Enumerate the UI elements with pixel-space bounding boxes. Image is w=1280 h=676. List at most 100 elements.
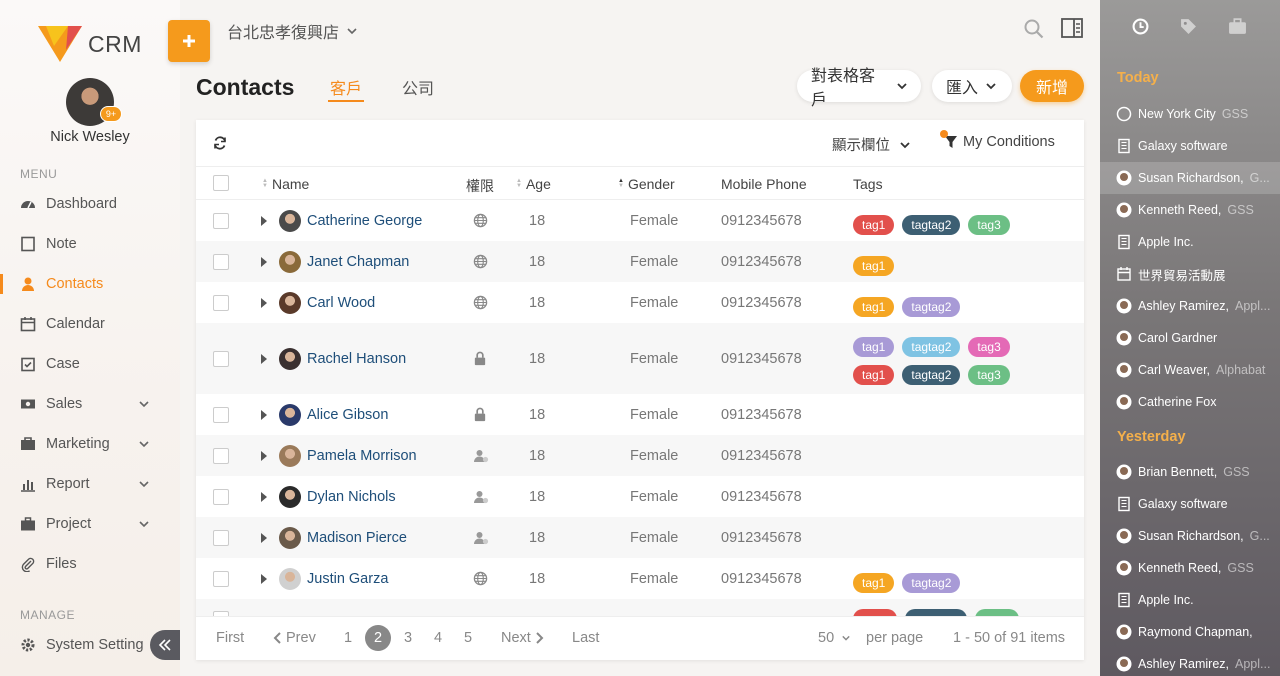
table-row[interactable]: Carl Wood 18 Female 0912345678 tag1 tagtag2 [196, 282, 1084, 323]
tag-badge[interactable]: tag3 [968, 215, 1010, 235]
recent-item[interactable]: Brian Bennett, GSS [1100, 456, 1280, 488]
user-name[interactable]: Nick Wesley [0, 129, 180, 145]
table-row[interactable]: Janet Chapman 18 Female 0912345678 tag1 [196, 241, 1084, 282]
recent-item[interactable]: Catherine Fox [1100, 386, 1280, 418]
recent-item[interactable]: Carol Gardner [1100, 322, 1280, 354]
recent-item[interactable]: Galaxy software [1100, 130, 1280, 162]
side-panel-toggle-icon[interactable] [1061, 18, 1083, 38]
briefcase-icon[interactable] [1228, 18, 1247, 35]
new-button[interactable]: 新增 [1020, 70, 1084, 102]
sidebar-item-sales[interactable]: Sales [0, 384, 180, 424]
sidebar-item-calendar[interactable]: Calendar [0, 304, 180, 344]
history-clock-icon[interactable] [1132, 18, 1149, 35]
contact-name-link[interactable]: Janet Chapman [279, 251, 409, 273]
tag-badge[interactable]: tagtag2 [902, 337, 961, 357]
table-row[interactable]: Alice Gibson 18 Female 0912345678 [196, 394, 1084, 435]
recent-item[interactable]: Susan Richardson, G... [1100, 162, 1280, 194]
expand-caret-icon[interactable] [260, 256, 268, 268]
pager-last[interactable]: Last [572, 630, 599, 646]
recent-item[interactable]: Susan Richardson, G... [1100, 520, 1280, 552]
tab-customers[interactable]: 客戶 [327, 75, 365, 102]
recent-item[interactable]: Galaxy software [1100, 488, 1280, 520]
recent-item[interactable]: 世界貿易活動展 [1100, 258, 1280, 290]
expand-caret-icon[interactable] [260, 532, 268, 544]
expand-caret-icon[interactable] [260, 215, 268, 227]
table-row[interactable]: Pamela Morrison 18 Female 0912345678 [196, 435, 1084, 476]
pager-page-4[interactable]: 4 [434, 630, 442, 646]
header-age[interactable]: ▲ ▼ Age [516, 176, 551, 192]
table-row[interactable]: Madison Pierce 18 Female 0912345678 [196, 517, 1084, 558]
recent-item[interactable]: New York City GSS [1100, 98, 1280, 130]
expand-caret-icon[interactable] [260, 573, 268, 585]
pager-page-3[interactable]: 3 [404, 630, 412, 646]
recent-item[interactable]: Apple Inc. [1100, 584, 1280, 616]
expand-caret-icon[interactable] [260, 353, 268, 365]
per-page-select[interactable]: 50 [818, 630, 850, 646]
tag-badge[interactable]: tag3 [968, 337, 1010, 357]
tag-badge[interactable]: tagtag2 [902, 365, 961, 385]
expand-caret-icon[interactable] [260, 409, 268, 421]
sidebar-item-dashboard[interactable]: Dashboard [0, 184, 180, 224]
header-gender[interactable]: ▲ ▼ Gender [618, 176, 675, 192]
contact-name-link[interactable]: Carl Wood [279, 292, 375, 314]
store-selector[interactable]: 台北忠孝復興店 [227, 19, 357, 43]
recent-item[interactable]: Kenneth Reed, GSS [1100, 194, 1280, 226]
contact-name-link[interactable]: Pamela Morrison [279, 445, 417, 467]
sidebar-item-contacts[interactable]: Contacts [0, 264, 180, 304]
row-checkbox[interactable] [213, 448, 229, 464]
logo[interactable]: CRM [38, 24, 142, 64]
table-row[interactable]: Catherine George 18 Female 0912345678 tag1 ta… [196, 200, 1084, 241]
recent-item[interactable]: Ashley Ramirez, Appl... [1100, 648, 1280, 676]
my-conditions-filter[interactable]: My Conditions [940, 130, 1055, 150]
tag-badge[interactable]: tag1 [853, 365, 895, 385]
sidebar-item-files[interactable]: Files [0, 544, 180, 584]
sidebar-item-report[interactable]: Report [0, 464, 180, 504]
contact-name-link[interactable]: Dylan Nichols [279, 486, 396, 508]
contact-name-link[interactable]: Rachel Hanson [279, 348, 406, 370]
row-checkbox[interactable] [213, 530, 229, 546]
recent-item[interactable]: Apple Inc. [1100, 226, 1280, 258]
expand-caret-icon[interactable] [260, 297, 268, 309]
expand-caret-icon[interactable] [260, 450, 268, 462]
contact-name-link[interactable]: Madison Pierce [279, 527, 407, 549]
tab-companies[interactable]: 公司 [402, 75, 434, 99]
tag-badge[interactable]: tagtag2 [902, 215, 961, 235]
import-dropdown[interactable]: 匯入 [932, 70, 1012, 102]
select-all-checkbox[interactable] [213, 175, 229, 191]
row-checkbox[interactable] [213, 489, 229, 505]
tag-badge[interactable]: tag3 [968, 365, 1010, 385]
table-row[interactable]: Rachel Hanson 18 Female 0912345678 tag1 tagta… [196, 323, 1084, 394]
sidebar-item-case[interactable]: Case [0, 344, 180, 384]
table-row[interactable]: Dylan Nichols 18 Female 0912345678 [196, 476, 1084, 517]
pager-page-5[interactable]: 5 [464, 630, 472, 646]
columns-toggle[interactable]: 顯示欄位 [832, 134, 910, 155]
tag-badge[interactable]: tag1 [853, 573, 895, 593]
row-checkbox[interactable] [213, 571, 229, 587]
row-checkbox[interactable] [213, 295, 229, 311]
recent-item[interactable]: Raymond Chapman, [1100, 616, 1280, 648]
tag-badge[interactable]: tagtag2 [902, 297, 961, 317]
sidebar-item-marketing[interactable]: Marketing [0, 424, 180, 464]
pager-next[interactable]: Next [501, 630, 544, 646]
search-icon[interactable] [1024, 19, 1044, 39]
table-row[interactable]: Justin Garza 18 Female 0912345678 tag1 tagtag… [196, 558, 1084, 599]
row-checkbox[interactable] [213, 213, 229, 229]
tag-badge[interactable]: tag1 [853, 337, 895, 357]
refresh-icon[interactable] [213, 136, 227, 150]
tag-badge[interactable]: tag1 [853, 297, 895, 317]
expand-caret-icon[interactable] [260, 491, 268, 503]
pager-first[interactable]: First [216, 630, 244, 646]
tag-badge[interactable]: tag1 [853, 256, 895, 276]
row-checkbox[interactable] [213, 254, 229, 270]
recent-item[interactable]: Kenneth Reed, GSS [1100, 552, 1280, 584]
quick-add-button[interactable] [168, 20, 210, 62]
recent-item[interactable]: Carl Weaver, Alphabat [1100, 354, 1280, 386]
sidebar-item-note[interactable]: Note [0, 224, 180, 264]
contact-name-link[interactable]: Justin Garza [279, 568, 388, 590]
tag-icon[interactable] [1180, 18, 1197, 35]
table-customers-dropdown[interactable]: 對表格客戶 [797, 68, 921, 109]
pager-page-1[interactable]: 1 [344, 630, 352, 646]
contact-name-link[interactable]: Catherine George [279, 210, 422, 232]
tag-badge[interactable]: tag1 [853, 215, 895, 235]
collapse-sidebar-button[interactable] [150, 630, 180, 660]
